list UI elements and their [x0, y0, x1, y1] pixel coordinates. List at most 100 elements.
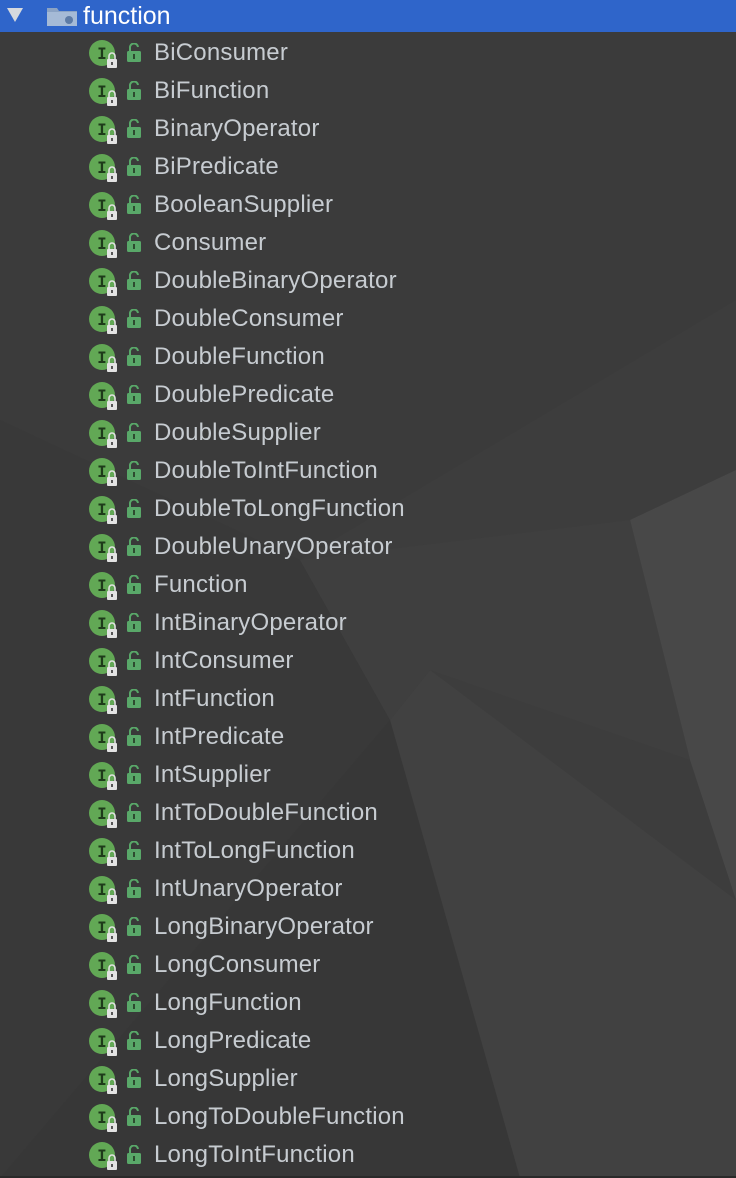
- public-lock-icon: [127, 879, 141, 898]
- svg-text:I: I: [97, 994, 107, 1013]
- public-lock-icon: [127, 537, 141, 556]
- tree-item-longfunction[interactable]: I LongFunction: [0, 984, 736, 1022]
- tree-item-binaryoperator[interactable]: I BinaryOperator: [0, 110, 736, 148]
- tree-item-inttodoublefunction[interactable]: I IntToDoubleFunction: [0, 794, 736, 832]
- public-lock-icon: [127, 689, 141, 708]
- public-lock-icon: [127, 841, 141, 860]
- interface-icon: I: [89, 382, 117, 410]
- public-lock-icon: [127, 1145, 141, 1164]
- tree-item-doublepredicate[interactable]: I DoublePredicate: [0, 376, 736, 414]
- interface-icon: I: [89, 914, 117, 942]
- interface-icon: I: [89, 496, 117, 524]
- svg-text:I: I: [97, 576, 107, 595]
- tree-item-label: BiConsumer: [154, 39, 289, 66]
- tree-item-intconsumer[interactable]: I IntConsumer: [0, 642, 736, 680]
- tree-item-label: BiFunction: [154, 77, 270, 104]
- tree-item-label: DoubleFunction: [154, 343, 325, 370]
- tree-item-doubleunaryoperator[interactable]: I DoubleUnaryOperator: [0, 528, 736, 566]
- interface-icon: I: [89, 268, 117, 296]
- public-lock-icon: [127, 157, 141, 176]
- svg-text:I: I: [97, 804, 107, 823]
- tree-item-doubletolongfunction[interactable]: I DoubleToLongFunction: [0, 490, 736, 528]
- tree-item-doubleconsumer[interactable]: I DoubleConsumer: [0, 300, 736, 338]
- tree-item-label: IntFunction: [154, 685, 275, 712]
- tree-item-longconsumer[interactable]: I LongConsumer: [0, 946, 736, 984]
- public-lock-icon: [127, 461, 141, 480]
- tree-item-label: LongConsumer: [154, 951, 321, 978]
- svg-text:I: I: [97, 310, 107, 329]
- tree-item-doublebinaryoperator[interactable]: I DoubleBinaryOperator: [0, 262, 736, 300]
- tree-item-doublesupplier[interactable]: I DoubleSupplier: [0, 414, 736, 452]
- interface-icon: I: [89, 952, 117, 980]
- public-lock-icon: [127, 81, 141, 100]
- tree-item-inttolongfunction[interactable]: I IntToLongFunction: [0, 832, 736, 870]
- interface-icon: I: [89, 1142, 117, 1170]
- tree-item-function[interactable]: I Function: [0, 566, 736, 604]
- svg-text:I: I: [97, 44, 107, 63]
- interface-icon: I: [89, 192, 117, 220]
- tree-item-booleansupplier[interactable]: I BooleanSupplier: [0, 186, 736, 224]
- tree-item-longpredicate[interactable]: I LongPredicate: [0, 1022, 736, 1060]
- svg-text:I: I: [97, 538, 107, 557]
- tree-item-label: DoubleToLongFunction: [154, 495, 405, 522]
- interface-icon: I: [89, 762, 117, 790]
- tree-item-label: IntSupplier: [154, 761, 271, 788]
- tree-item-longbinaryoperator[interactable]: I LongBinaryOperator: [0, 908, 736, 946]
- tree-item-bipredicate[interactable]: I BiPredicate: [0, 148, 736, 186]
- svg-text:I: I: [97, 690, 107, 709]
- tree-item-label: LongFunction: [154, 989, 302, 1016]
- tree-item-longtodoublefunction[interactable]: I LongToDoubleFunction: [0, 1098, 736, 1136]
- public-lock-icon: [127, 803, 141, 822]
- tree-item-bifunction[interactable]: I BiFunction: [0, 72, 736, 110]
- svg-text:I: I: [97, 918, 107, 937]
- interface-icon: I: [89, 838, 117, 866]
- tree-item-consumer[interactable]: I Consumer: [0, 224, 736, 262]
- svg-text:I: I: [97, 652, 107, 671]
- public-lock-icon: [127, 423, 141, 442]
- tree-item-label: DoubleSupplier: [154, 419, 321, 446]
- svg-text:I: I: [97, 196, 107, 215]
- interface-icon: I: [89, 420, 117, 448]
- interface-icon: I: [89, 876, 117, 904]
- tree-item-label: DoubleToIntFunction: [154, 457, 378, 484]
- public-lock-icon: [127, 119, 141, 138]
- tree-item-label: LongSupplier: [154, 1065, 298, 1092]
- interface-icon: I: [89, 230, 117, 258]
- tree-item-doubletointfunction[interactable]: I DoubleToIntFunction: [0, 452, 736, 490]
- tree-item-label: IntToDoubleFunction: [154, 799, 378, 826]
- tree-item-intsupplier[interactable]: I IntSupplier: [0, 756, 736, 794]
- tree-item-label: Function: [154, 571, 248, 598]
- tree-item-label: BiPredicate: [154, 153, 279, 180]
- tree-item-intbinaryoperator[interactable]: I IntBinaryOperator: [0, 604, 736, 642]
- public-lock-icon: [127, 347, 141, 366]
- tree-item-biconsumer[interactable]: I BiConsumer: [0, 34, 736, 72]
- svg-text:I: I: [97, 842, 107, 861]
- tree-item-doublefunction[interactable]: I DoubleFunction: [0, 338, 736, 376]
- svg-text:I: I: [97, 158, 107, 177]
- tree-item-label: BooleanSupplier: [154, 191, 334, 218]
- interface-icon: I: [89, 800, 117, 828]
- interface-icon: I: [89, 610, 117, 638]
- expand-arrow-icon[interactable]: [7, 8, 23, 22]
- tree-item-longtointfunction[interactable]: I LongToIntFunction: [0, 1136, 736, 1174]
- interface-icon: I: [89, 458, 117, 486]
- public-lock-icon: [127, 499, 141, 518]
- public-lock-icon: [127, 765, 141, 784]
- svg-text:I: I: [97, 766, 107, 785]
- package-folder-row[interactable]: function: [0, 0, 736, 32]
- interface-icon: I: [89, 990, 117, 1018]
- svg-text:I: I: [97, 424, 107, 443]
- tree-item-longsupplier[interactable]: I LongSupplier: [0, 1060, 736, 1098]
- tree-item-intfunction[interactable]: I IntFunction: [0, 680, 736, 718]
- public-lock-icon: [127, 309, 141, 328]
- svg-text:I: I: [97, 956, 107, 975]
- public-lock-icon: [127, 385, 141, 404]
- svg-text:I: I: [97, 1070, 107, 1089]
- interface-icon: I: [89, 116, 117, 144]
- tree-item-label: DoubleBinaryOperator: [154, 267, 397, 294]
- svg-text:I: I: [97, 234, 107, 253]
- svg-text:I: I: [97, 386, 107, 405]
- tree-item-intpredicate[interactable]: I IntPredicate: [0, 718, 736, 756]
- tree-item-intunaryoperator[interactable]: I IntUnaryOperator: [0, 870, 736, 908]
- svg-text:I: I: [97, 880, 107, 899]
